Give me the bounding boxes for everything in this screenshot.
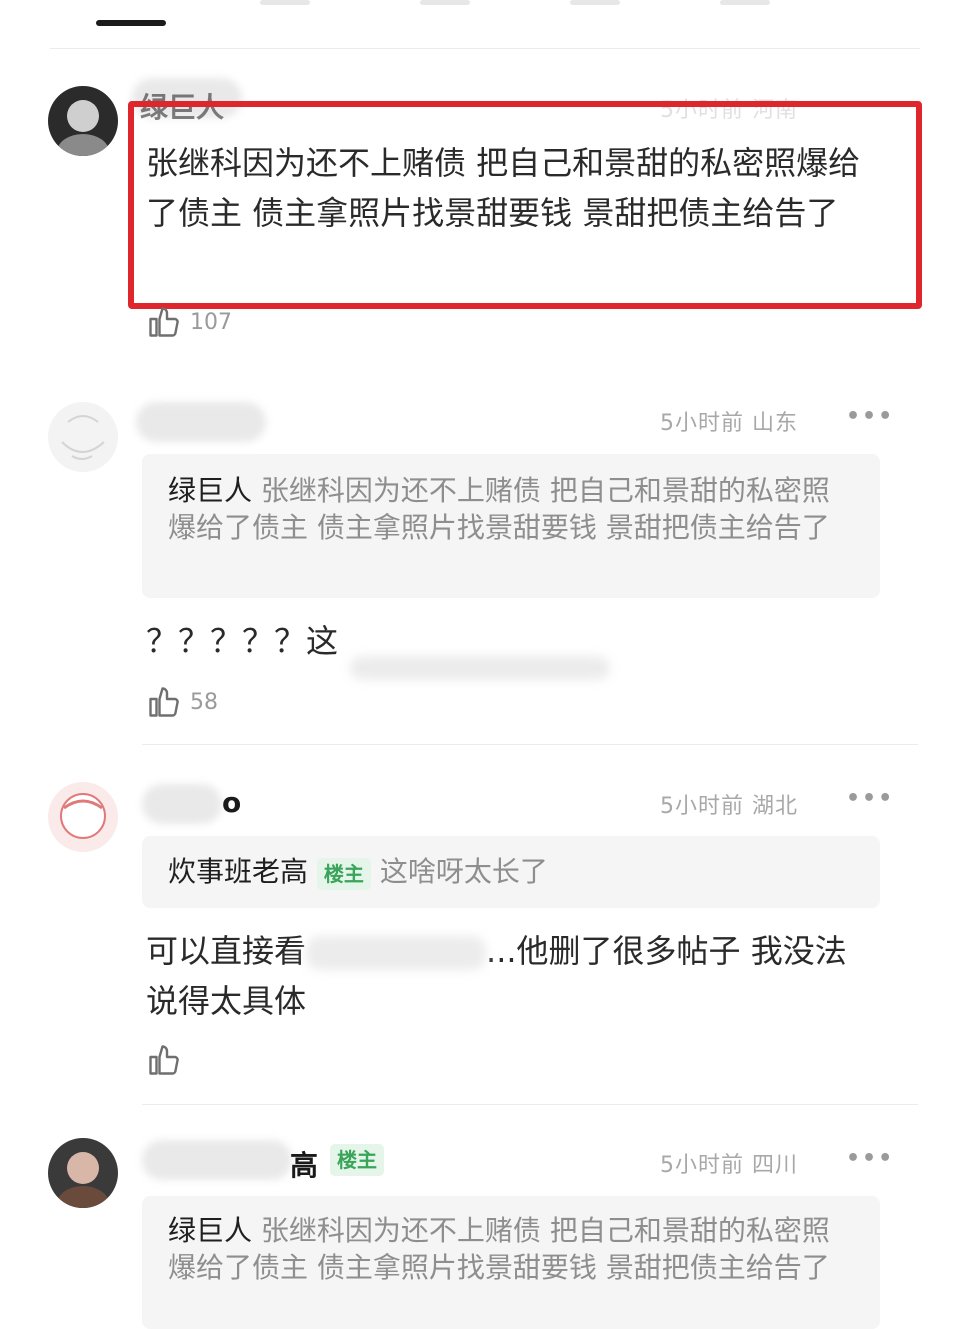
comment-text: 张继科因为还不上赌债 把自己和景甜的私密照爆给了债主 债主拿照片找景甜要钱 景甜…	[146, 144, 861, 232]
avatar-dark-icon	[48, 86, 118, 156]
thumbs-up-icon	[146, 304, 182, 340]
op-badge: 楼主	[330, 1144, 384, 1176]
comment-time: 5小时前	[660, 794, 744, 819]
comment-meta: 5小时前 湖北	[660, 788, 798, 820]
active-tab-indicator	[96, 20, 166, 26]
tab-faint-2[interactable]	[420, 0, 470, 5]
more-options-icon[interactable]: •••	[846, 1146, 894, 1171]
comment-text: ？？？？？这	[146, 622, 339, 660]
redacted-text	[350, 656, 610, 680]
quote-author[interactable]: 炊事班老高	[168, 855, 308, 888]
avatar[interactable]	[48, 1138, 118, 1208]
comment-time: 5小时前	[660, 411, 744, 436]
avatar-photo-icon	[48, 1138, 118, 1208]
comment-location: 四川	[752, 1153, 799, 1178]
like-count: 107	[190, 309, 232, 335]
like-count: 58	[190, 689, 218, 715]
avatar-cartoon-icon	[48, 782, 118, 852]
tab-faint-1[interactable]	[260, 0, 310, 5]
avatar[interactable]	[48, 86, 118, 156]
comment-location: 湖北	[752, 794, 799, 819]
username-blurred[interactable]	[142, 1140, 292, 1180]
quote-text: 张继科因为还不上赌债 把自己和景甜的私密照爆给了债主 债主拿照片找景甜要钱 景甜…	[168, 1214, 830, 1284]
divider	[142, 1104, 918, 1105]
divider	[142, 744, 918, 745]
more-options-icon[interactable]: •••	[846, 404, 894, 429]
like-button[interactable]: 58	[146, 684, 218, 720]
quote-author[interactable]: 绿巨人	[168, 474, 252, 507]
tab-faint-3[interactable]	[570, 0, 620, 5]
comment-meta: 5小时前 山东	[660, 405, 798, 437]
like-button[interactable]	[146, 1042, 190, 1078]
comment-location: 山东	[752, 411, 799, 436]
quoted-comment[interactable]: 绿巨人 张继科因为还不上赌债 把自己和景甜的私密照爆给了债主 债主拿照片找景甜要…	[142, 454, 880, 598]
redacted-link	[306, 936, 487, 970]
username-tail[interactable]: o	[222, 786, 241, 819]
comment-text-before: 可以直接看	[146, 932, 307, 970]
username-tail[interactable]: 高	[290, 1144, 318, 1184]
thumbs-up-icon	[146, 1042, 182, 1078]
divider	[50, 48, 920, 49]
username-blurred[interactable]	[142, 784, 222, 824]
comment-meta: 5小时前 四川	[660, 1147, 798, 1179]
comment-time: 5小时前	[660, 1153, 744, 1178]
quote-text: 张继科因为还不上赌债 把自己和景甜的私密照爆给了债主 债主拿照片找景甜要钱 景甜…	[168, 474, 830, 544]
thumbs-up-icon	[146, 684, 182, 720]
quote-text: 这啥呀太长了	[379, 855, 548, 888]
tab-faint-4[interactable]	[720, 0, 770, 5]
quote-author[interactable]: 绿巨人	[168, 1214, 252, 1247]
username-blurred[interactable]	[136, 402, 266, 442]
more-options-icon[interactable]: •••	[846, 786, 894, 811]
comment-text: 可以直接看 ...他删了很多帖子 我没法说得太具体	[146, 926, 866, 1026]
avatar[interactable]	[48, 402, 118, 472]
quoted-comment[interactable]: 炊事班老高 楼主 这啥呀太长了	[142, 836, 880, 908]
op-badge: 楼主	[316, 858, 371, 890]
like-button[interactable]: 107	[146, 304, 232, 340]
avatar[interactable]	[48, 782, 118, 852]
avatar-sketch-icon	[48, 402, 118, 472]
quoted-comment[interactable]: 绿巨人 张继科因为还不上赌债 把自己和景甜的私密照爆给了债主 债主拿照片找景甜要…	[142, 1196, 880, 1329]
